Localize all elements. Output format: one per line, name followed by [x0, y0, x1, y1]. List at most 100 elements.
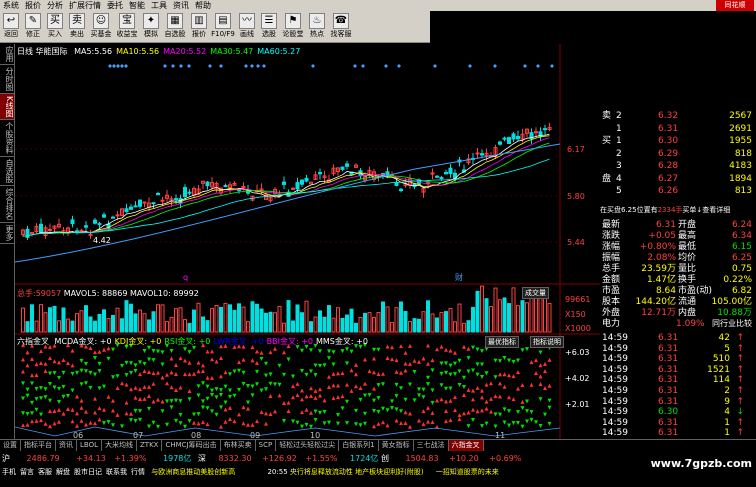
indicator-arrow	[520, 382, 525, 387]
indicator-tab[interactable]: 六指金叉	[448, 440, 484, 451]
toolbar-button[interactable]: 宝收益宝	[114, 13, 140, 38]
sz-value: 8332.30	[218, 454, 252, 463]
news-shortcut[interactable]: 联系我	[106, 468, 127, 476]
ma-item: MA10:5.56	[116, 47, 159, 56]
toolbar-button[interactable]: ▦ 自选股	[162, 13, 188, 38]
indicator-arrow	[142, 349, 147, 354]
left-tab[interactable]: 更多	[0, 223, 14, 245]
indicator-arrow	[372, 424, 376, 429]
indicator-arrow	[196, 421, 201, 426]
indicator-line	[14, 426, 561, 437]
book-level: 5	[616, 186, 622, 196]
left-tab[interactable]: 应用	[0, 44, 14, 65]
menu-item[interactable]: 扩展行情	[66, 0, 104, 11]
indicator-tab[interactable]: LBOL	[77, 440, 102, 451]
indicator-tab[interactable]: 指标平台	[21, 440, 56, 451]
menu-item[interactable]: 委托	[104, 0, 126, 11]
indicator-tab[interactable]: 黄女指标	[379, 440, 414, 451]
indicator-help-button[interactable]: 指标说明	[530, 336, 564, 348]
news-shortcut[interactable]: 股市日记	[74, 468, 102, 476]
volume-bar	[21, 307, 25, 333]
indicator-arrow	[48, 356, 52, 361]
news-shortcut[interactable]: 行情	[131, 468, 145, 476]
volume-bar	[300, 312, 304, 333]
toolbar-button[interactable]: ✎ 修正	[22, 13, 44, 38]
indicator-arrow	[223, 407, 228, 412]
toolbar-button[interactable]: ☰ 选股	[258, 13, 280, 38]
news-item-2[interactable]: 央行将息释放流动性 地产板块迎利好(附股)	[290, 468, 424, 476]
left-tab[interactable]: 自选股	[0, 157, 14, 187]
ma-key: MA30:	[210, 47, 236, 56]
indicator-tab[interactable]: CHMCJ筹码出击	[162, 440, 221, 451]
indicator-tab[interactable]: 资讯	[56, 440, 77, 451]
toolbar-button[interactable]: ☺ 买基金	[88, 13, 114, 38]
indicator-tab[interactable]: 布林买卖	[221, 440, 256, 451]
indicator-tab[interactable]: 大米均线	[102, 440, 137, 451]
signal-diamond	[250, 64, 254, 68]
news-shortcut[interactable]: 手机	[2, 468, 16, 476]
news-shortcut[interactable]: 客服	[38, 468, 52, 476]
bid-info-c[interactable]: 买单↓查看详细	[682, 206, 730, 214]
indicator-arrow	[538, 350, 543, 355]
toolbar-button[interactable]: ♨ 热点	[306, 13, 328, 38]
volume-tick: X150	[565, 310, 586, 319]
toolbar-button[interactable]: ⚑ 论股堂	[280, 13, 306, 38]
indicator-arrow	[489, 396, 493, 401]
toolbar-button[interactable]: 买买入	[44, 13, 66, 38]
volume-select[interactable]: 成交量	[522, 287, 549, 299]
left-tab[interactable]: 综合排名	[0, 186, 14, 224]
indicator-arrow	[457, 417, 462, 422]
indicator-arrow	[259, 356, 264, 361]
sh-pct: +1.39%	[114, 454, 147, 463]
toolbar-button[interactable]: ✦ 模拟	[140, 13, 162, 38]
indicator-tab[interactable]: 轻松过头轻松过尖	[276, 440, 340, 451]
toolbar-button[interactable]: 卖卖出	[66, 13, 88, 38]
indicator-arrow	[462, 411, 466, 416]
indicator-tab[interactable]: 三七战法	[414, 440, 449, 451]
menu-item[interactable]: 智能	[126, 0, 148, 11]
indicator-tab[interactable]: SCP	[256, 440, 277, 451]
indicator-arrow	[147, 393, 151, 398]
left-tab[interactable]: 个股资料	[0, 120, 14, 158]
indicator-values: MCDA金叉: +0 KDJ金叉: +0 RSI金叉: +0 LWR金叉: +0 BBI…	[52, 337, 368, 346]
indicator-arrow	[174, 387, 178, 392]
news-shortcut[interactable]: 留言	[20, 468, 34, 476]
menu-item[interactable]: 资讯	[170, 0, 192, 11]
indicator-arrow	[471, 388, 475, 393]
indicator-arrow	[66, 361, 70, 366]
news-item-3[interactable]: 一招知道股票的未来	[436, 468, 499, 476]
order-book-row: 买 1 6.30 1955	[600, 135, 756, 147]
indicator-arrow	[201, 420, 205, 425]
toolbar-button[interactable]: ▤ F10/F9	[210, 13, 236, 38]
indicator-arrow	[282, 400, 286, 405]
best-indicator-button[interactable]: 最优指标	[485, 336, 519, 348]
news-item-1[interactable]: 与欧洲商息推动美股创新高	[151, 468, 235, 476]
indicator-tab[interactable]: 设置	[0, 440, 21, 451]
indicator-arrow	[192, 420, 196, 425]
volume-bar	[228, 304, 232, 333]
toolbar-button[interactable]: ▥ 报价	[188, 13, 210, 38]
left-tab[interactable]: 分时图	[0, 65, 14, 94]
indicator-arrow	[187, 350, 192, 355]
menu-item[interactable]: 帮助	[192, 0, 214, 11]
left-tab[interactable]: K线图	[0, 94, 14, 121]
kline-chart[interactable]: 6.17 5.80 5.44 4.42 q 财 99661 X150 X1000 +6.03 +4.…	[14, 44, 600, 440]
industry-compare-button[interactable]: 同行业比较	[712, 318, 752, 330]
news-shortcut[interactable]: 解盘	[56, 468, 70, 476]
menu-item[interactable]: 分析	[44, 0, 66, 11]
toolbar-button[interactable]: ↩ 返回	[0, 13, 22, 38]
indicator-arrow	[475, 372, 480, 377]
menu-item[interactable]: 报价	[22, 0, 44, 11]
toolbar-button[interactable]: ☎ 找客服	[328, 13, 354, 38]
menu-item[interactable]: 系统	[0, 0, 22, 11]
candle-body	[160, 199, 165, 202]
indicator-tab[interactable]: 白银系列1	[339, 440, 379, 451]
signal-diamond	[179, 64, 183, 68]
volume-bar	[75, 313, 79, 333]
volume-bar	[484, 298, 489, 333]
indicator-tab[interactable]: ZTKX	[137, 440, 163, 451]
menu-item[interactable]: 工具	[148, 0, 170, 11]
volume-bar	[399, 301, 403, 333]
volume-bar	[286, 300, 291, 333]
toolbar-button[interactable]: 〰画线	[236, 13, 258, 38]
